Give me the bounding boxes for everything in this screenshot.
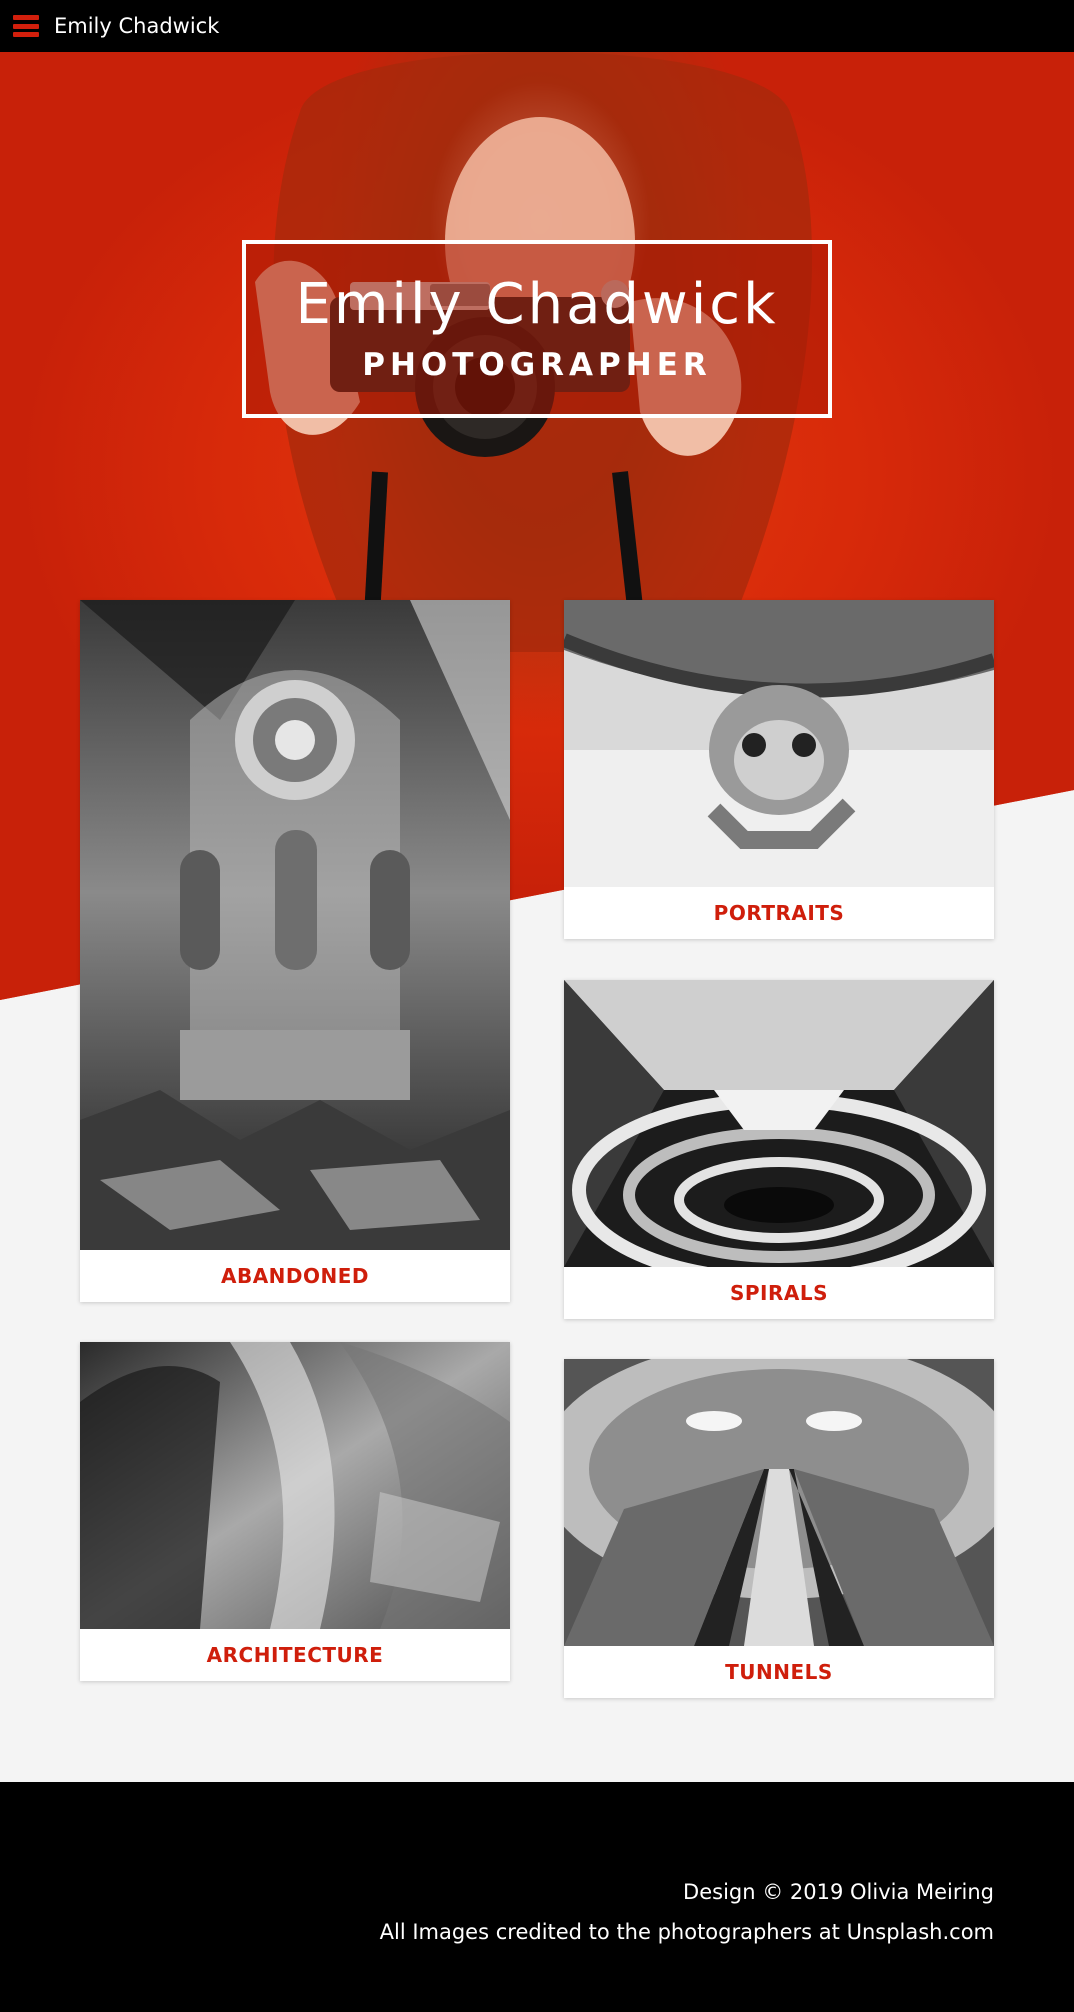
gallery-card-spirals[interactable]: SPIRALS [564,980,994,1319]
spiral-staircase-image [564,980,994,1267]
abandoned-church-image [80,600,510,1250]
gallery-card-abandoned[interactable]: ABANDONED [80,600,510,1302]
architecture-image [80,1342,510,1629]
hero-name: Emily Chadwick [295,272,779,337]
footer-credit-design: Design © 2019 Olivia Meiring [683,1880,994,1904]
gallery-label-portraits: PORTRAITS [713,901,845,925]
top-navbar: Emily Chadwick [0,0,1074,52]
hero-role: PHOTOGRAPHER [362,347,712,383]
page-footer: Design © 2019 Olivia Meiring All Images … [0,1782,1074,2012]
gallery-label-architecture: ARCHITECTURE [206,1643,384,1667]
gallery-card-tunnels[interactable]: TUNNELS [564,1359,994,1698]
cat-portrait-image [564,600,994,887]
gallery-label-abandoned: ABANDONED [220,1264,370,1288]
gallery-label-tunnels: TUNNELS [725,1660,833,1684]
footer-credit-images: All Images credited to the photographers… [379,1920,994,1944]
gallery-label-spirals: SPIRALS [729,1281,829,1305]
gallery-card-portraits[interactable]: PORTRAITS [564,600,994,939]
brand-title[interactable]: Emily Chadwick [54,14,219,38]
gallery-card-architecture[interactable]: ARCHITECTURE [80,1342,510,1681]
hero-title-box: Emily Chadwick PHOTOGRAPHER [242,240,832,418]
tunnel-escalator-image [564,1359,994,1646]
hamburger-menu-icon[interactable] [13,13,39,39]
